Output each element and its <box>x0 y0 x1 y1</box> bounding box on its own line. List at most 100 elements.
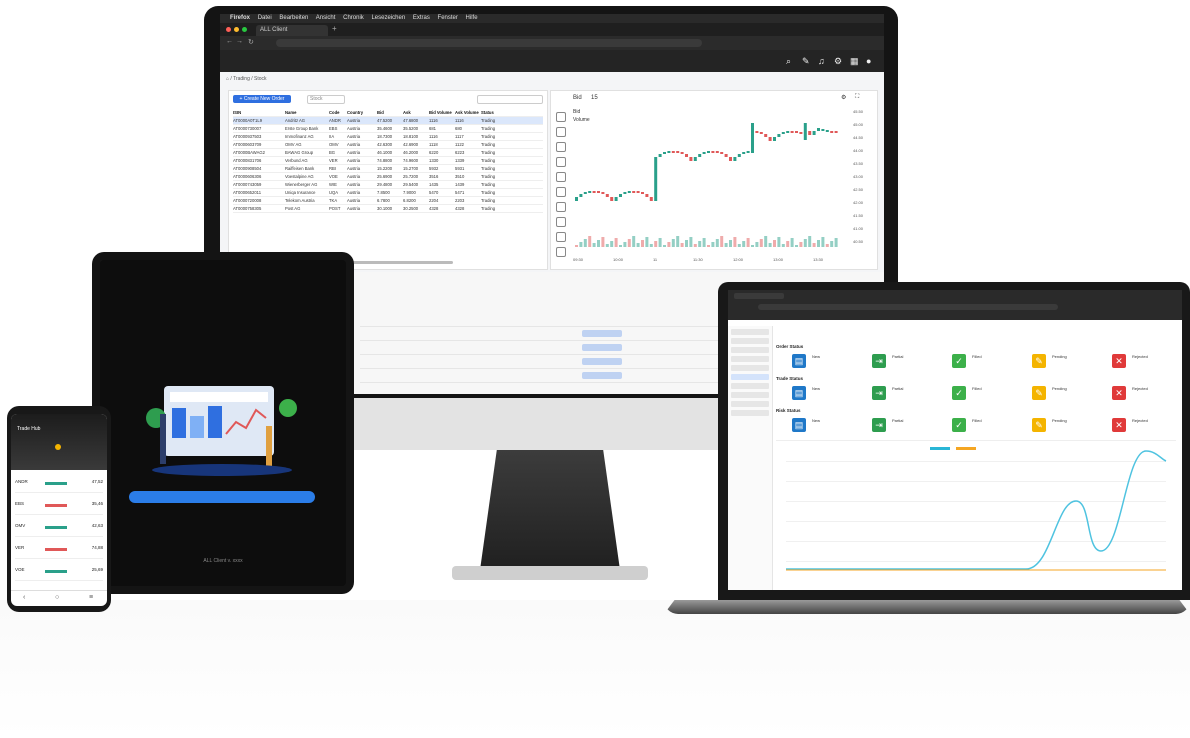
settings-icon[interactable]: ⚙ <box>841 94 846 101</box>
gear-icon[interactable]: ⚙ <box>834 56 842 67</box>
status-card[interactable]: ✕ Rejected <box>1112 384 1180 406</box>
sidebar-item[interactable] <box>731 410 769 416</box>
sidebar-item[interactable] <box>731 401 769 407</box>
menu-item-window[interactable]: Fenster <box>438 15 458 21</box>
table-row[interactable]: AT0000937503 Immofinanz AG IIA Austria 18.73… <box>233 133 543 141</box>
status-card[interactable]: ✓ Filled <box>952 384 1020 406</box>
menu-item-view[interactable]: Ansicht <box>316 15 336 21</box>
status-card[interactable]: ▤ New <box>792 416 860 438</box>
lock-icon[interactable] <box>556 247 566 257</box>
status-card[interactable]: ⇥ Partial <box>872 416 940 438</box>
price-tick: 40.50 <box>853 239 864 244</box>
menu-item-tools[interactable]: Extras <box>413 15 430 21</box>
table-cell: 6220 <box>429 150 439 155</box>
user-icon[interactable]: ● <box>866 56 871 66</box>
table-header[interactable]: ISIN Name Code Country Bid Ask Bid Volume Ask V… <box>233 109 543 117</box>
table-row[interactable]: AT0000730007 Erste Group Bank EBS Austria 35… <box>233 125 543 133</box>
table-row[interactable]: AT0000908504 Raiffeisen Bank RBI Austria 15.… <box>233 165 543 173</box>
filter-select[interactable]: Stock <box>307 95 345 104</box>
sidebar-item[interactable] <box>731 338 769 344</box>
menu-item-help[interactable]: Hilfe <box>466 15 478 21</box>
laptop-address-field[interactable] <box>758 304 1058 310</box>
status-card[interactable]: ✎ Pending <box>1032 416 1100 438</box>
new-tab-icon[interactable]: + <box>332 24 337 33</box>
table-row[interactable]: AT0000603709 OMV AG OMV Austria 42.6300 42.69… <box>233 141 543 149</box>
gridline <box>786 461 1166 462</box>
menu-item-firefox[interactable]: Firefox <box>230 15 250 21</box>
status-card[interactable]: ▤ New <box>792 352 860 374</box>
chart-symbol[interactable]: Bid <box>573 95 582 101</box>
menu-nav-icon[interactable]: ≡ <box>89 594 93 601</box>
status-card[interactable]: ✕ Rejected <box>1112 416 1180 438</box>
back-icon[interactable]: ← <box>226 38 233 45</box>
table-row[interactable]: AT0000606306 Voestalpine AG VOE Austria 25.6… <box>233 173 543 181</box>
menu-item-bookmarks[interactable]: Lesezeichen <box>371 15 405 21</box>
pattern-icon[interactable] <box>556 187 566 197</box>
cursor-icon[interactable] <box>556 112 566 122</box>
card-label: Rejected <box>1132 354 1148 359</box>
sidebar-item[interactable] <box>731 392 769 398</box>
candlestick-chart[interactable] <box>571 121 847 257</box>
sidebar-item[interactable] <box>731 356 769 362</box>
table-row[interactable]: AT0000720008 Telekom Austria TKA Austria 6.7… <box>233 197 543 205</box>
status-card[interactable]: ▤ New <box>792 384 860 406</box>
volume-bar <box>680 243 684 247</box>
search-input[interactable] <box>477 95 543 104</box>
bell-icon[interactable]: ♫ <box>818 56 825 66</box>
create-order-button[interactable]: + Create New Order <box>233 95 291 103</box>
watchlist-item[interactable]: VER 74,88 <box>15 542 103 559</box>
login-button[interactable] <box>129 491 315 503</box>
maximize-window-icon[interactable] <box>242 27 247 32</box>
minimize-window-icon[interactable] <box>234 27 239 32</box>
back-nav-icon[interactable]: ‹ <box>23 594 25 601</box>
fullscreen-icon[interactable]: ⛶ <box>855 94 859 101</box>
forward-icon[interactable]: → <box>236 38 243 45</box>
watchlist-item[interactable]: ANDR 47,52 <box>15 476 103 493</box>
close-window-icon[interactable] <box>226 27 231 32</box>
sidebar-item[interactable] <box>731 383 769 389</box>
status-card[interactable]: ✎ Pending <box>1032 352 1100 374</box>
magnet-icon[interactable] <box>556 232 566 242</box>
table-row[interactable]: AT0000652011 Uniqa Insurance UQA Austria 7.8… <box>233 189 543 197</box>
table-row[interactable]: AT0000831706 Verbund AG VER Austria 74.8800 7… <box>233 157 543 165</box>
table-row[interactable]: AT0000743059 Wienerberger AG WIE Austria 29.… <box>233 181 543 189</box>
brush-icon[interactable] <box>556 157 566 167</box>
sidebar-item[interactable] <box>731 365 769 371</box>
status-card[interactable]: ✓ Filled <box>952 416 1020 438</box>
ruler-icon[interactable] <box>556 202 566 212</box>
watchlist-item[interactable]: VOE 25,69 <box>15 564 103 581</box>
sidebar-item[interactable] <box>731 374 769 380</box>
chart-interval[interactable]: 15 <box>591 95 598 101</box>
menu-item-history[interactable]: Chronik <box>343 15 364 21</box>
menu-item-edit[interactable]: Bearbeiten <box>279 15 308 21</box>
sidebar-item[interactable] <box>731 329 769 335</box>
laptop-browser-tab[interactable] <box>734 293 784 299</box>
sidebar-item[interactable] <box>731 347 769 353</box>
fibonacci-icon[interactable] <box>556 142 566 152</box>
zoom-icon[interactable] <box>556 217 566 227</box>
table-row[interactable]: AT0000A0T1L9 Andritz AG ANDR Austria 47.5200… <box>233 117 543 125</box>
status-card[interactable]: ⇥ Partial <box>872 384 940 406</box>
watchlist-item[interactable]: EBS 35,46 <box>15 498 103 515</box>
status-card[interactable]: ✎ Pending <box>1032 384 1100 406</box>
time-tick: 09:30 <box>573 257 584 262</box>
text-icon[interactable] <box>556 172 566 182</box>
table-row[interactable]: AT0000758305 Post AG POST Austria 30.1000 30.… <box>233 205 543 213</box>
watchlist-item[interactable]: OMV 42,63 <box>15 520 103 537</box>
status-card[interactable]: ✓ Filled <box>952 352 1020 374</box>
candle <box>614 197 618 201</box>
grid-icon[interactable]: ▦ <box>850 56 859 67</box>
menu-item-file[interactable]: Datei <box>258 15 272 21</box>
browser-tab[interactable]: ALL Client <box>256 25 328 36</box>
table-cell: 15.2700 <box>403 166 419 171</box>
address-field[interactable] <box>276 39 702 47</box>
candle <box>627 191 631 193</box>
status-card[interactable]: ⇥ Partial <box>872 352 940 374</box>
home-nav-icon[interactable]: ○ <box>55 594 59 601</box>
table-row[interactable]: AT0000BAWAG2 BAWAG Group BG Austria 46.1000 4… <box>233 149 543 157</box>
wrench-icon[interactable]: ✎ <box>802 56 810 67</box>
reload-icon[interactable]: ↻ <box>248 38 254 46</box>
trendline-icon[interactable] <box>556 127 566 137</box>
search-icon[interactable]: ⌕ <box>786 56 791 67</box>
status-card[interactable]: ✕ Rejected <box>1112 352 1180 374</box>
